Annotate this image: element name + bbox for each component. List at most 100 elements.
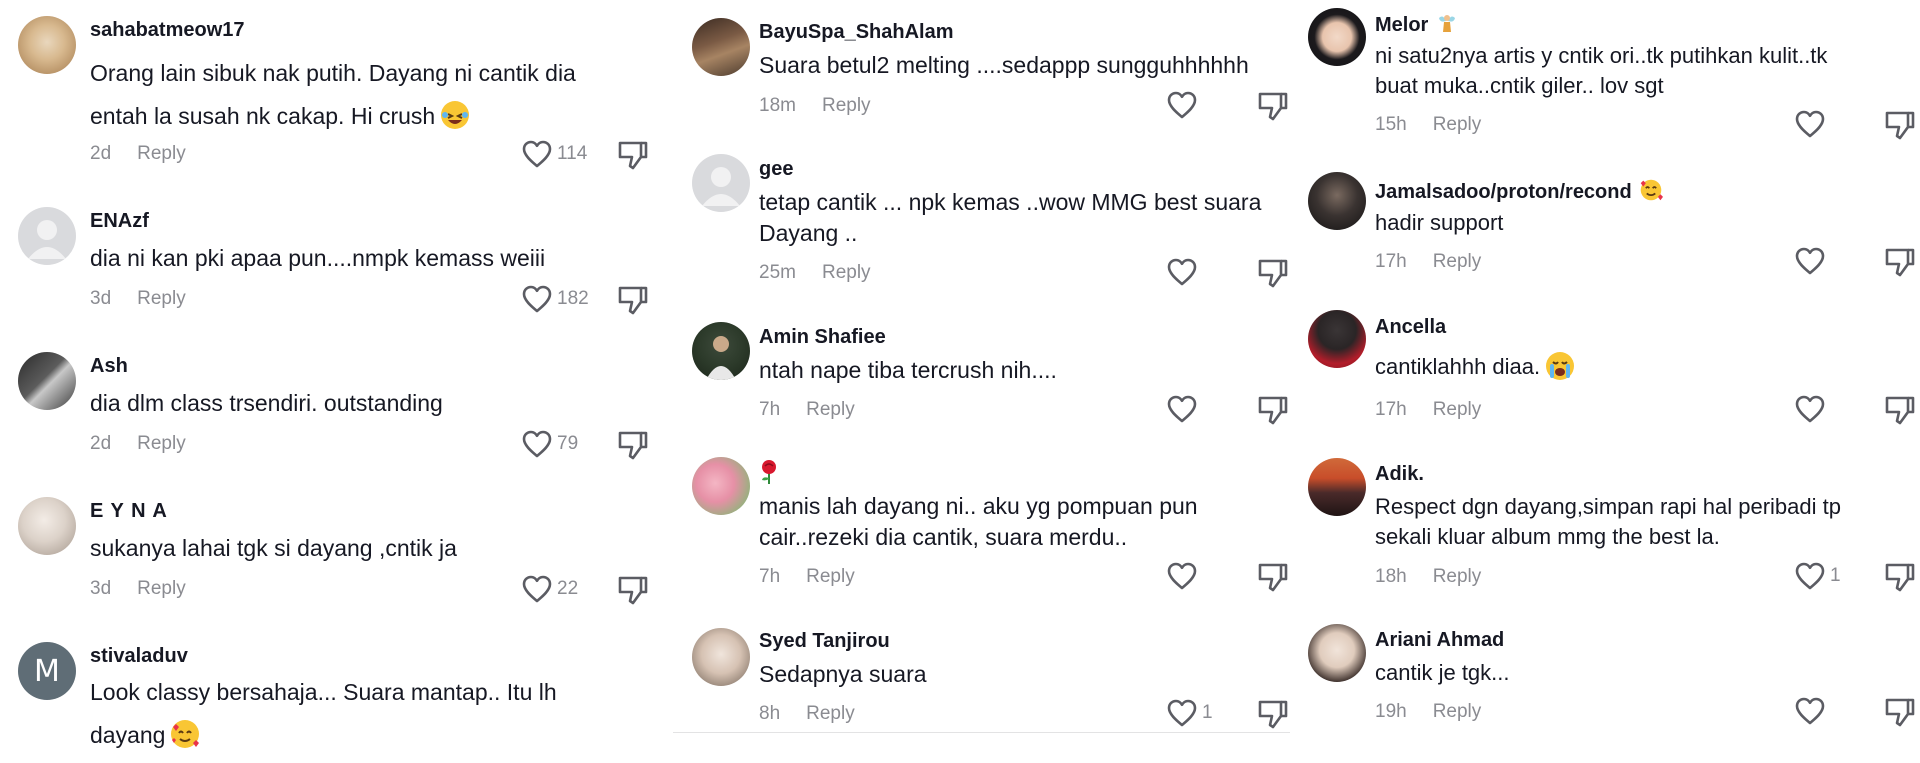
reply-button[interactable]: Reply: [137, 288, 186, 309]
comment-text-line: Sedapnya suara: [759, 661, 927, 687]
user-avatar[interactable]: M: [18, 642, 76, 700]
like-button[interactable]: [1166, 561, 1202, 591]
comment-text-line: cair..rezeki dia cantik, suara merdu..: [759, 524, 1128, 550]
reply-button[interactable]: Reply: [806, 566, 855, 587]
like-button[interactable]: [1166, 257, 1202, 287]
comment-username[interactable]: Adik.: [1375, 463, 1424, 486]
like-button[interactable]: [1166, 90, 1202, 120]
comment-time: 2d: [90, 143, 112, 164]
dislike-button[interactable]: [1884, 394, 1916, 426]
user-avatar[interactable]: [1308, 172, 1366, 230]
comment-username[interactable]: stivaladuv: [90, 645, 188, 668]
user-avatar[interactable]: [692, 154, 750, 212]
heart-icon: [522, 430, 552, 458]
comment-username[interactable]: Ancella: [1375, 316, 1446, 339]
user-avatar[interactable]: [1308, 8, 1366, 66]
reply-button[interactable]: Reply: [806, 399, 855, 420]
dislike-button[interactable]: [617, 429, 649, 461]
comment-username[interactable]: BayuSpa_ShahAlam: [759, 21, 954, 44]
user-avatar[interactable]: [692, 18, 750, 76]
comment-text-line: ntah nape tiba tercrush nih....: [759, 357, 1057, 383]
comment-username[interactable]: E Y N A: [90, 500, 168, 523]
comment-username[interactable]: Ariani Ahmad: [1375, 629, 1504, 652]
like-button[interactable]: 1: [1166, 698, 1213, 728]
like-button[interactable]: 114: [521, 139, 587, 169]
comment-username[interactable]: gee: [759, 158, 793, 181]
user-avatar[interactable]: [18, 16, 76, 74]
comment-username[interactable]: Syed Tanjirou: [759, 630, 890, 653]
like-button[interactable]: [1166, 394, 1202, 424]
thumbs-down-icon: [1258, 92, 1288, 121]
reply-button[interactable]: Reply: [1433, 399, 1482, 420]
dislike-button[interactable]: [1257, 257, 1289, 289]
user-avatar[interactable]: [692, 628, 750, 686]
reply-button[interactable]: Reply: [822, 95, 871, 116]
comment-text: ni satu2nya artis y cntik ori..tk putihk…: [1375, 41, 1827, 101]
reply-button[interactable]: Reply: [137, 143, 186, 164]
dislike-button[interactable]: [1884, 696, 1916, 728]
dislike-button[interactable]: [1884, 109, 1916, 141]
user-avatar[interactable]: [692, 322, 750, 380]
comment-meta: 7h Reply: [759, 399, 855, 421]
reply-button[interactable]: Reply: [1433, 566, 1482, 587]
dislike-button[interactable]: [1257, 698, 1289, 730]
reply-button[interactable]: Reply: [137, 578, 186, 599]
avatar-letter: M: [34, 653, 60, 689]
comment-text-line: entah la susah nk cakap. Hi crush: [90, 95, 576, 138]
comment-time: 19h: [1375, 701, 1407, 722]
reply-button[interactable]: Reply: [1433, 114, 1482, 135]
like-button[interactable]: 79: [521, 429, 578, 459]
comment-meta: 25m Reply: [759, 262, 871, 284]
user-avatar[interactable]: [18, 352, 76, 410]
comment-username[interactable]: sahabatmeow17: [90, 19, 245, 42]
user-avatar[interactable]: [1308, 458, 1366, 516]
thumbs-down-icon: [1258, 700, 1288, 729]
heart-icon: [522, 285, 552, 313]
dislike-button[interactable]: [1257, 561, 1289, 593]
like-button[interactable]: [1794, 696, 1830, 726]
user-avatar[interactable]: [18, 207, 76, 265]
comment-text-line: cantiklahhh diaa.: [1375, 350, 1575, 384]
like-button[interactable]: [1794, 394, 1830, 424]
reply-button[interactable]: Reply: [1433, 251, 1482, 272]
comment-time: 8h: [759, 703, 781, 724]
reply-button[interactable]: Reply: [137, 433, 186, 454]
like-button[interactable]: [1794, 109, 1830, 139]
default-avatar-icon: [28, 220, 66, 259]
reply-button[interactable]: Reply: [806, 703, 855, 724]
dislike-button[interactable]: [1257, 394, 1289, 426]
reply-button[interactable]: Reply: [1433, 701, 1482, 722]
heart-icon: [1795, 110, 1825, 138]
like-button[interactable]: 182: [521, 284, 589, 314]
thumbs-down-icon: [1885, 396, 1915, 425]
thumbs-down-icon: [1885, 698, 1915, 727]
like-button[interactable]: 22: [521, 574, 578, 604]
like-button[interactable]: 1: [1794, 561, 1841, 591]
dislike-button[interactable]: [1257, 90, 1289, 122]
thumbs-down-icon: [618, 431, 648, 460]
reply-button[interactable]: Reply: [822, 262, 871, 283]
dislike-button[interactable]: [1884, 561, 1916, 593]
dislike-button[interactable]: [617, 139, 649, 171]
comment-username[interactable]: Jamalsadoo/proton/recond: [1375, 178, 1664, 204]
comment-username[interactable]: Ash: [90, 355, 128, 378]
fairy-emoji-icon: [1438, 15, 1455, 32]
user-avatar[interactable]: [692, 457, 750, 515]
like-button[interactable]: [1794, 246, 1830, 276]
comment-username[interactable]: ENAzf: [90, 210, 149, 233]
dislike-button[interactable]: [617, 284, 649, 316]
comment-username[interactable]: Amin Shafiee: [759, 326, 886, 349]
comment-username[interactable]: [759, 459, 779, 491]
thumbs-down-icon: [1885, 248, 1915, 277]
comment-time: 3d: [90, 578, 112, 599]
thumbs-down-icon: [1885, 111, 1915, 140]
dislike-button[interactable]: [1884, 246, 1916, 278]
comment-username[interactable]: Melor: [1375, 12, 1458, 37]
comment-column-2: BayuSpa_ShahAlam Suara betul2 melting ..…: [668, 0, 1290, 759]
user-avatar[interactable]: [1308, 310, 1366, 368]
dislike-button[interactable]: [617, 574, 649, 606]
user-avatar[interactable]: [18, 497, 76, 555]
like-count: 22: [557, 578, 579, 599]
user-avatar[interactable]: [1308, 624, 1366, 682]
comment-text-fragment: entah la susah nk cakap. Hi crush: [90, 103, 436, 129]
